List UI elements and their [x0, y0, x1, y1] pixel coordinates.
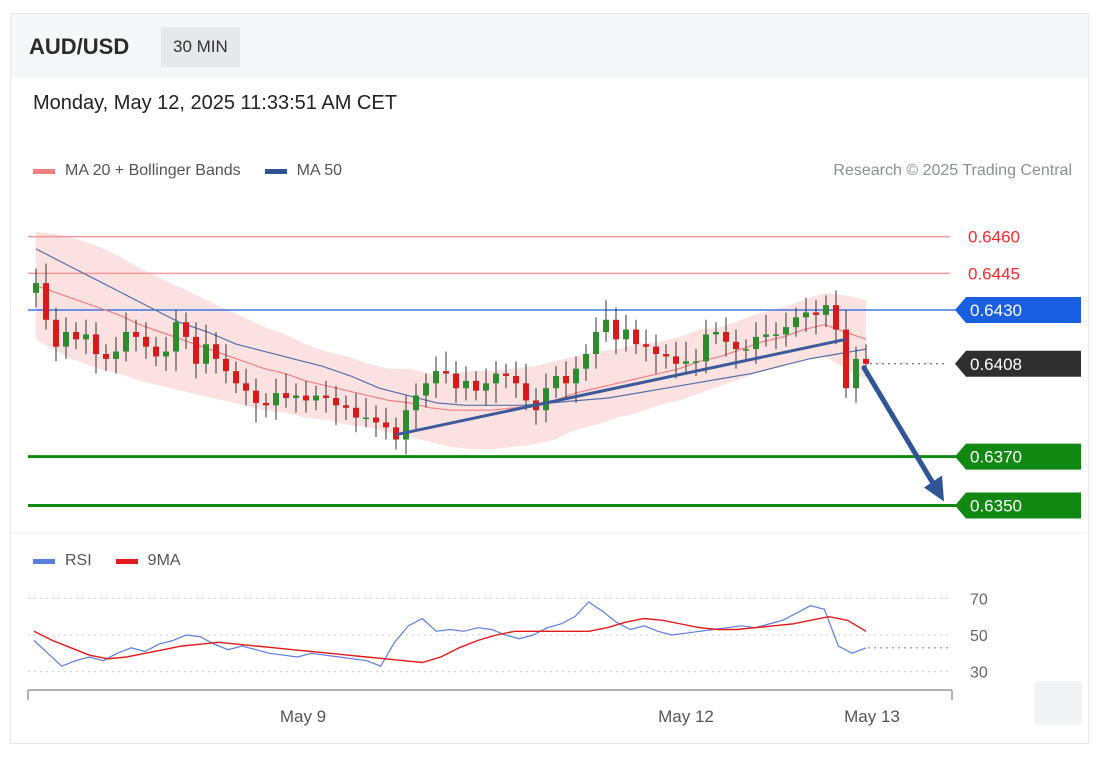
candle-body — [493, 373, 499, 384]
chart-canvas: 0.6460 0.6445 0.6430 0.6408 0.6370 0.6350 70 50… — [10, 228, 1087, 726]
candle-body — [663, 354, 669, 357]
candle-body — [233, 371, 239, 384]
candle-body — [193, 336, 199, 364]
level-label-0.6350: 0.6350 — [970, 497, 1022, 516]
candle-body — [703, 334, 709, 362]
candle-body — [723, 332, 729, 342]
level-label-0.6430: 0.6430 — [970, 301, 1022, 320]
candle-body — [353, 407, 359, 418]
candle-body — [523, 383, 529, 401]
bollinger-band — [36, 231, 866, 450]
candle-body — [303, 395, 309, 401]
x-tick-label: May 13 — [844, 707, 900, 726]
candle-body — [443, 371, 449, 374]
candle-body — [863, 358, 869, 364]
candle-body — [473, 380, 479, 391]
candle-body — [783, 327, 789, 335]
candle-body — [583, 354, 589, 369]
level-label-0.6445: 0.6445 — [968, 264, 1020, 283]
candle-body — [373, 417, 379, 423]
rsi-tick-label-30: 30 — [970, 665, 988, 682]
level-label-0.6408: 0.6408 — [970, 355, 1022, 374]
candle-body — [313, 395, 319, 401]
candle-body — [513, 376, 519, 384]
candle-body — [63, 332, 69, 347]
candle-body — [633, 329, 639, 345]
candle-body — [623, 329, 629, 340]
candle-body — [433, 371, 439, 384]
candle-body — [183, 322, 189, 337]
rsi-tick-label-70: 70 — [970, 591, 988, 608]
candle-body — [93, 334, 99, 354]
candle-body — [503, 373, 509, 376]
candle-body — [223, 358, 229, 372]
candle-body — [113, 351, 119, 359]
candle-body — [283, 393, 289, 398]
forecast-arrow-shaft — [861, 365, 941, 495]
candle-body — [383, 422, 389, 428]
candle-body — [143, 336, 149, 347]
candle-body — [43, 283, 49, 320]
candle-body — [363, 417, 369, 420]
candle-body — [103, 354, 109, 359]
candle-body — [483, 383, 489, 391]
level-label-0.6460: 0.6460 — [968, 228, 1020, 247]
candle-body — [53, 319, 59, 347]
candle-body — [293, 395, 299, 398]
x-tick-label: May 9 — [280, 707, 326, 726]
candle-body — [133, 332, 139, 337]
candle-body — [693, 361, 699, 363]
candle-body — [793, 317, 799, 328]
candle-body — [403, 410, 409, 440]
candle-body — [213, 344, 219, 359]
candle-body — [273, 393, 279, 406]
candle-body — [173, 322, 179, 352]
candle-body — [603, 319, 609, 332]
candle-body — [643, 344, 649, 347]
candle-body — [333, 398, 339, 406]
candle-body — [733, 341, 739, 350]
rsi-9ma-line — [33, 615, 867, 664]
candle-body — [803, 312, 809, 318]
candle-body — [563, 376, 569, 384]
candle-body — [33, 283, 39, 293]
candle-body — [833, 305, 839, 330]
candle-body — [153, 346, 159, 357]
rsi-line — [33, 601, 867, 667]
candle-body — [553, 376, 559, 389]
candle-body — [263, 402, 269, 406]
candle-body — [613, 319, 619, 340]
candle-body — [463, 380, 469, 389]
candle-body — [773, 334, 779, 336]
candle-body — [253, 390, 259, 403]
candle-body — [673, 356, 679, 364]
candle-body — [573, 368, 579, 384]
rsi-tick-label-50: 50 — [970, 628, 988, 645]
candle-body — [123, 332, 129, 352]
candle-body — [823, 305, 829, 315]
candle-body — [593, 332, 599, 354]
candle-body — [163, 351, 169, 357]
candle-body — [413, 395, 419, 411]
candle-body — [543, 388, 549, 411]
candle-body — [73, 332, 79, 340]
candle-body — [683, 361, 689, 364]
candle-body — [203, 344, 209, 364]
candle-body — [243, 383, 249, 391]
candle-body — [83, 334, 89, 340]
candle-body — [653, 346, 659, 354]
candle-body — [323, 395, 329, 398]
candle-body — [743, 349, 749, 351]
candle-body — [713, 332, 719, 335]
x-tick-label: May 12 — [658, 707, 714, 726]
candle-body — [763, 334, 769, 337]
forecast-arrow-head — [924, 475, 944, 502]
candle-body — [853, 358, 859, 389]
candle-body — [343, 405, 349, 408]
candle-body — [753, 336, 759, 350]
level-label-0.6370: 0.6370 — [970, 448, 1022, 467]
candle-body — [453, 373, 459, 389]
candle-body — [813, 312, 819, 315]
candle-body — [423, 383, 429, 396]
